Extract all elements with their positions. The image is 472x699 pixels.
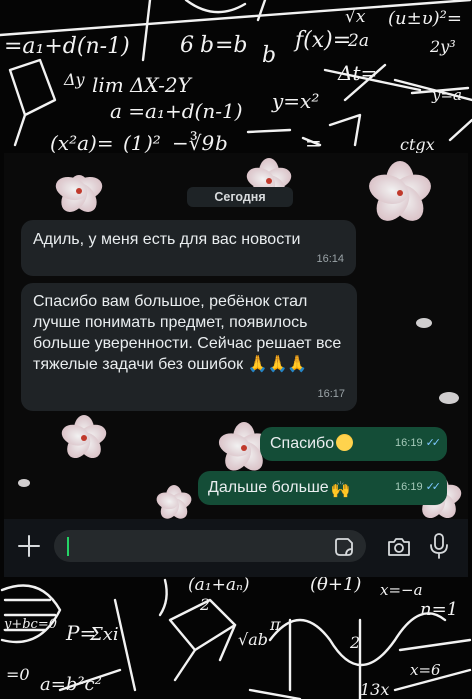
- formula-text: 6: [180, 33, 194, 58]
- read-ticks-icon: ✓✓: [425, 437, 442, 449]
- formula-text: 2: [349, 633, 360, 652]
- formula-text: (θ+1): [310, 574, 361, 595]
- message-text: Спасибо: [270, 435, 335, 452]
- formula-text: (a₁+aₙ): [188, 575, 249, 595]
- message-composer: [4, 519, 468, 577]
- formula-text: lim ΔX-2Y: [92, 73, 193, 97]
- formula-text: y=x²: [271, 89, 319, 113]
- camera-icon[interactable]: [386, 535, 412, 559]
- formula-text: (1: [123, 131, 144, 155]
- blush-emoji-icon: [336, 434, 354, 451]
- incoming-message[interactable]: Спасибо вам большое, ребёнок стал лучше …: [21, 283, 357, 411]
- text-caret: [67, 537, 69, 556]
- read-ticks-icon: ✓✓: [425, 481, 442, 493]
- incoming-message[interactable]: Адиль, у меня есть для вас новости 16:14: [21, 220, 356, 276]
- formula-text: 2: [199, 595, 210, 614]
- message-text: Адиль, у меня есть для вас новости: [33, 231, 301, 248]
- formula-text: y+bc=0: [3, 617, 57, 632]
- outgoing-message[interactable]: Спасибо 16:19 ✓✓: [260, 427, 447, 461]
- message-time-status: 16:19 ✓✓: [395, 433, 442, 454]
- formula-text: x=6: [410, 661, 441, 679]
- date-separator: Сегодня: [187, 187, 293, 207]
- formula-text: π: [269, 615, 281, 634]
- message-text: Дальше больше: [208, 479, 329, 496]
- formula-text: )²: [144, 131, 161, 155]
- formula-text: y=a: [431, 86, 462, 104]
- formula-text: =0: [6, 665, 30, 684]
- message-time: 16:19: [395, 481, 423, 493]
- formula-text: =: [305, 131, 322, 155]
- formula-text: a=b²c²: [40, 674, 102, 695]
- formula-text: √ab: [238, 630, 268, 649]
- formula-text: Δt=: [337, 61, 377, 85]
- formula-text: n=1: [420, 599, 458, 620]
- message-input[interactable]: [54, 530, 366, 562]
- formula-text: √x: [345, 7, 366, 27]
- formula-text: x=−a: [380, 581, 423, 599]
- formula-text: Δy: [63, 70, 86, 89]
- message-time: 16:14: [316, 253, 344, 265]
- formula-text: b: [215, 131, 228, 155]
- formula-text: f(x)=: [293, 28, 351, 53]
- raised-hands-emoji-icon: 🙌: [330, 482, 351, 499]
- formula-text: (u±υ)²=: [388, 8, 462, 29]
- message-time-status: 16:19 ✓✓: [395, 477, 442, 498]
- formula-text: a =a₁+d(n-1): [110, 99, 243, 123]
- microphone-icon[interactable]: [428, 532, 450, 560]
- formula-text: b: [262, 43, 276, 68]
- formula-text: 2y³: [429, 37, 456, 56]
- formula-text: 2a: [347, 31, 369, 51]
- message-time: 16:19: [395, 437, 423, 449]
- formula-text: ctgx: [400, 135, 435, 154]
- message-text: Спасибо вам большое, ребёнок стал лучше …: [33, 293, 342, 373]
- attach-plus-icon[interactable]: [16, 533, 42, 559]
- formula-text: =b: [215, 33, 248, 58]
- formula-text: (x²a)=: [50, 131, 114, 155]
- message-time: 16:17: [317, 388, 345, 400]
- sticker-icon[interactable]: [334, 537, 354, 557]
- outgoing-message[interactable]: Дальше больше 🙌 16:19 ✓✓: [198, 471, 447, 505]
- formula-text: b: [200, 33, 214, 58]
- formula-text: 13x: [360, 680, 389, 699]
- chat-screen: Сегодня Адиль, у меня есть для вас новос…: [4, 153, 468, 577]
- formula-text: =a₁+d(n-1): [4, 34, 130, 59]
- formula-text: Σxi: [89, 624, 119, 645]
- formula-text: −∛9: [172, 131, 215, 155]
